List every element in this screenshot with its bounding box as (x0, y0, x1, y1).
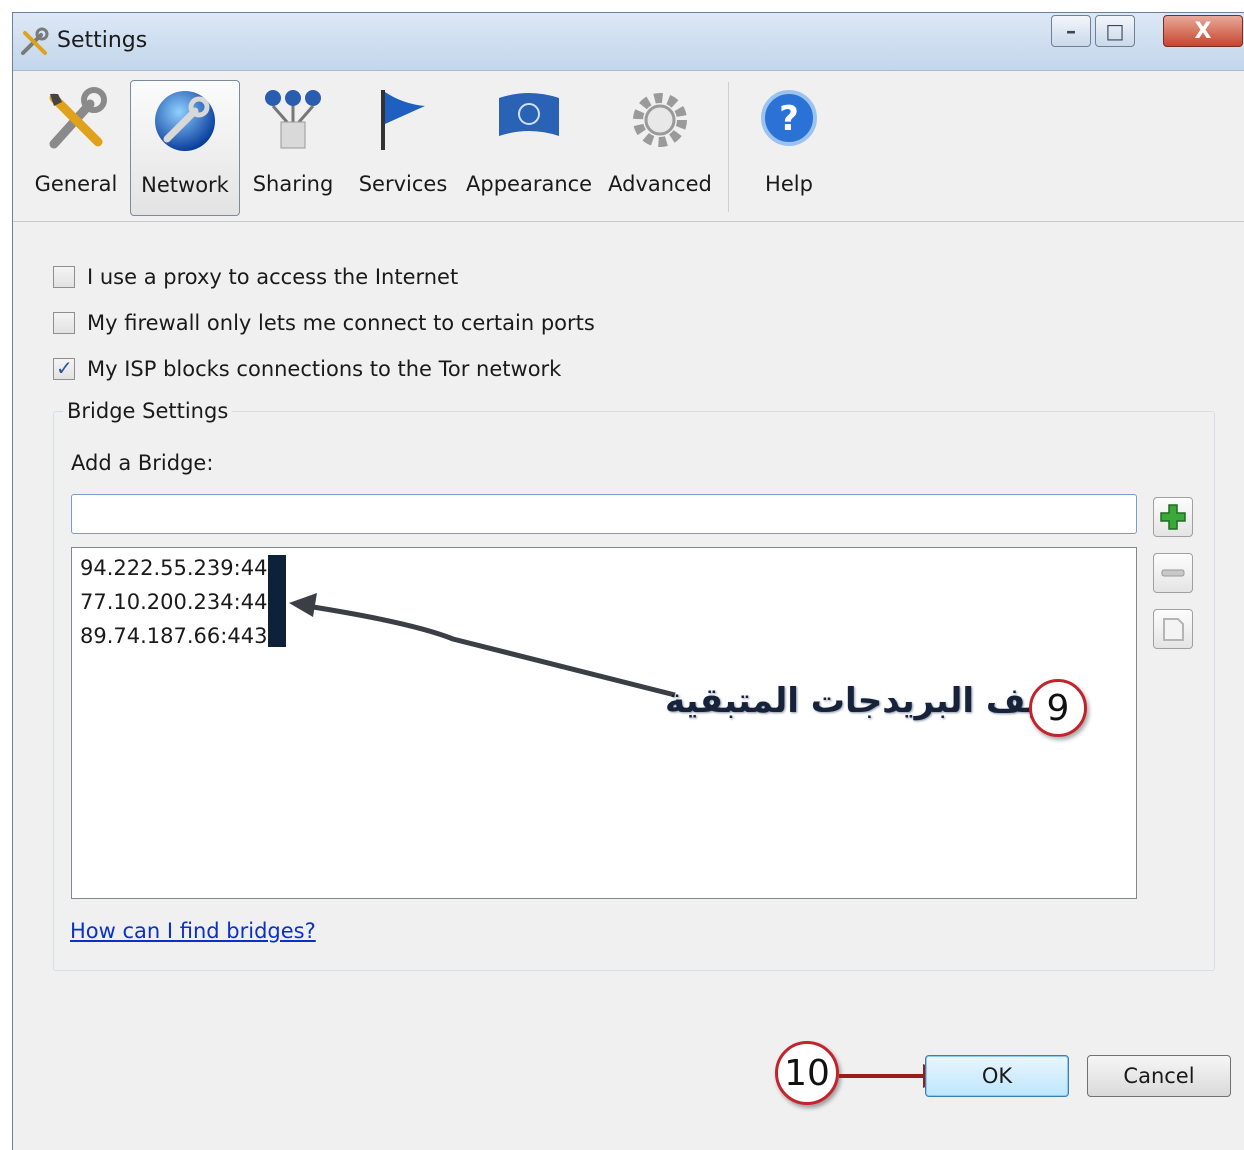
annotation-step9-number: 9 (1046, 687, 1070, 729)
svg-text:?: ? (779, 99, 799, 139)
copy-bridge-button[interactable] (1153, 609, 1193, 649)
tab-advanced-label: Advanced (608, 172, 712, 196)
annotation-step9-text: نضيف البريدجات المتبقية (665, 681, 1087, 721)
list-item[interactable]: 94.222.55.239:443 (80, 556, 281, 580)
cancel-button[interactable]: Cancel (1087, 1055, 1231, 1097)
plus-icon (1160, 504, 1186, 530)
tab-appearance-label: Appearance (466, 172, 593, 196)
tab-network-label: Network (141, 173, 229, 197)
tab-help-label: Help (765, 172, 813, 196)
isp-label: My ISP blocks connections to the Tor net… (87, 357, 562, 381)
un-flag-icon (499, 93, 559, 136)
globe-wrench-icon (155, 91, 215, 151)
minimize-button[interactable]: – (1051, 15, 1091, 47)
network-sharing-icon (265, 90, 321, 149)
proxy-option[interactable]: I use a proxy to access the Internet (53, 263, 458, 291)
settings-tools-icon (21, 27, 49, 55)
bridge-settings-title: Bridge Settings (63, 399, 233, 423)
window-title: Settings (57, 28, 148, 53)
tab-services-label: Services (358, 172, 448, 196)
maximize-button[interactable]: □ (1095, 15, 1135, 47)
list-item[interactable]: 89.74.187.66:443 (80, 624, 267, 648)
minus-icon (1161, 569, 1185, 577)
add-bridge-input[interactable] (71, 494, 1137, 534)
maximize-icon: □ (1105, 19, 1125, 43)
tab-general[interactable]: General (23, 80, 129, 216)
firewall-label: My firewall only lets me connect to cert… (87, 311, 595, 335)
remove-bridge-button[interactable] (1153, 553, 1193, 593)
tab-services[interactable]: Services (355, 80, 451, 216)
close-icon: X (1194, 18, 1212, 44)
help-icon: ? (761, 90, 817, 146)
minimize-icon: – (1066, 19, 1076, 43)
tab-sharing-label: Sharing (252, 172, 334, 196)
tab-general-label: General (34, 172, 118, 196)
annotation-arrow-9 (289, 593, 676, 698)
close-button[interactable]: X (1163, 15, 1243, 47)
checkmark-icon: ✓ (56, 356, 73, 380)
isp-checkbox[interactable]: ✓ (53, 356, 75, 380)
proxy-checkbox[interactable] (53, 266, 75, 288)
list-item[interactable]: 77.10.200.234:443 (80, 590, 281, 614)
flag-icon (381, 90, 425, 150)
cancel-button-label: Cancel (1123, 1064, 1195, 1088)
tab-network[interactable]: Network (130, 80, 240, 216)
copy-icon (1163, 618, 1184, 641)
add-bridge-label: Add a Bridge: (71, 451, 214, 475)
find-bridges-link[interactable]: How can I find bridges? (70, 919, 316, 943)
firewall-checkbox[interactable] (53, 312, 75, 334)
tab-sharing[interactable]: Sharing (245, 80, 341, 216)
annotation-step10-badge: 10 (775, 1041, 839, 1105)
tab-appearance[interactable]: Appearance (466, 80, 592, 216)
toolbar-separator (728, 82, 729, 212)
firewall-option[interactable]: My firewall only lets me connect to cert… (53, 309, 595, 337)
isp-option[interactable]: ✓ My ISP blocks connections to the Tor n… (53, 355, 561, 383)
settings-window: Settings – □ X General Network Sharing S… (12, 12, 1244, 1150)
title-bar[interactable]: Settings – □ X (13, 13, 1244, 71)
wrench-screwdriver-icon (49, 87, 107, 149)
gear-icon (633, 93, 687, 147)
tab-help[interactable]: ? Help (743, 80, 835, 216)
proxy-label: I use a proxy to access the Internet (87, 265, 459, 289)
ok-button[interactable]: OK (925, 1055, 1069, 1097)
tab-advanced[interactable]: Advanced (605, 80, 715, 216)
ok-button-label: OK (981, 1064, 1013, 1088)
annotation-step10-number: 10 (784, 1052, 830, 1094)
settings-toolbar: General Network Sharing Services Appeara… (13, 72, 1244, 222)
annotation-step9-badge: 9 (1029, 679, 1087, 737)
add-bridge-button[interactable] (1153, 497, 1193, 537)
